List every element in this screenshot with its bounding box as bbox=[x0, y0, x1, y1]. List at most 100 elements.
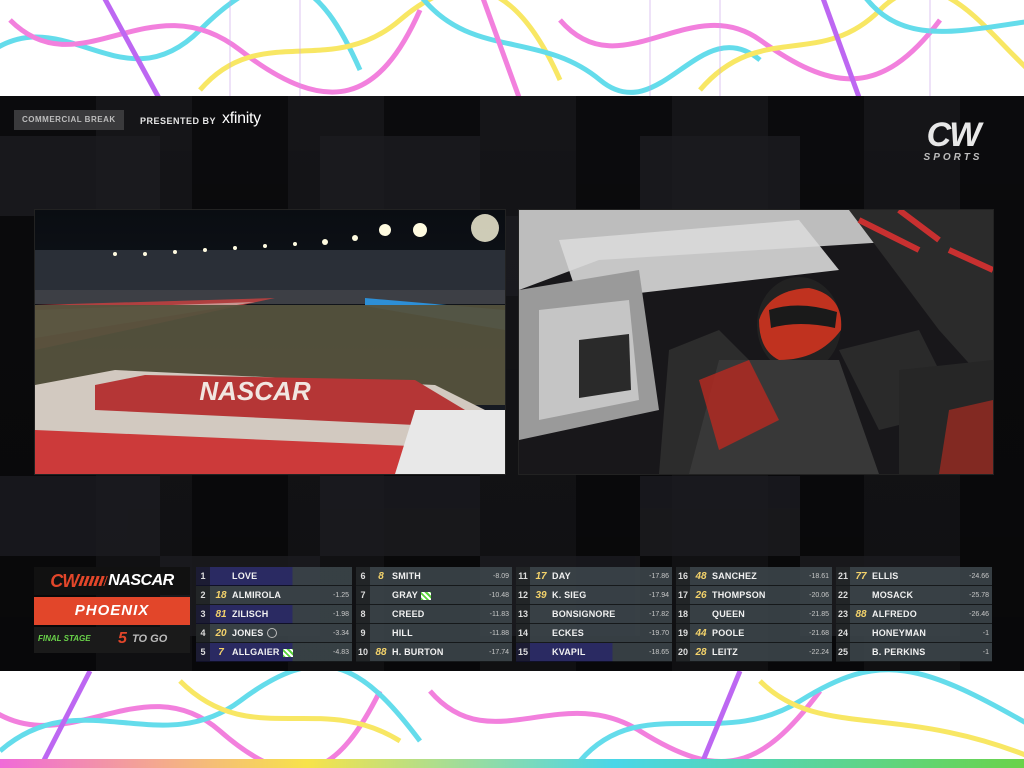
network-name: CW bbox=[926, 116, 982, 154]
leaderboard-row: 8 CREED -11.83 bbox=[356, 605, 512, 624]
gap-to-leader: -3.34 bbox=[333, 629, 349, 637]
gap-to-leader: -1.25 bbox=[333, 591, 349, 599]
svg-text:NASCAR: NASCAR bbox=[199, 376, 310, 406]
leaderboard-row: 23 88 ALFREDO -26.46 bbox=[836, 605, 992, 624]
car-number: 26 bbox=[695, 589, 707, 601]
in-car-camera-feed bbox=[518, 209, 994, 475]
gap-to-leader: -17.82 bbox=[649, 610, 669, 618]
driver-name-text: HONEYMAN bbox=[872, 628, 927, 638]
driver-name: ALMIROLA bbox=[232, 590, 333, 600]
leaderboard-row: 9 HILL -11.88 bbox=[356, 624, 512, 643]
driver-name: BONSIGNORE bbox=[552, 609, 649, 619]
driver-position: 7 bbox=[356, 586, 370, 604]
leaderboard-row: 22 MOSACK -25.78 bbox=[836, 586, 992, 605]
driver-position: 5 bbox=[196, 643, 210, 661]
driver-name-text: MOSACK bbox=[872, 590, 914, 600]
driver-position: 25 bbox=[836, 643, 850, 661]
leaderboard-row: 2 18 ALMIROLA -1.25 bbox=[196, 586, 352, 605]
car-number: 39 bbox=[535, 589, 547, 601]
driver-name: MOSACK bbox=[872, 590, 969, 600]
leaderboard-row: 21 77 ELLIS -24.66 bbox=[836, 567, 992, 586]
driver-name-text: KVAPIL bbox=[552, 647, 586, 657]
driver-position: 24 bbox=[836, 624, 850, 642]
presented-by-label: PRESENTED BY bbox=[140, 116, 217, 126]
commercial-break-badge: COMMERCIAL BREAK bbox=[14, 110, 124, 130]
leaderboard-column: 21 77 ELLIS -24.66 22 MOSACK -25.78 23 88 ALFREDO… bbox=[836, 567, 992, 662]
leaderboard-column: 1 LOVE 2 18 ALMIROLA -1.25 3 81 ZILISCH -1.98 4 20 J… bbox=[196, 567, 352, 662]
series-brand-box: CW NASCAR PHOENIX FINAL STAGE 5 TO GO bbox=[34, 567, 190, 657]
driver-name-text: ECKES bbox=[552, 628, 585, 638]
driver-position: 12 bbox=[516, 586, 530, 604]
leaderboard-row: 16 48 SANCHEZ -18.61 bbox=[676, 567, 832, 586]
driver-position: 20 bbox=[676, 643, 690, 661]
driver-name-text: SMITH bbox=[392, 571, 421, 581]
driver-name-text: DAY bbox=[552, 571, 571, 581]
car-number: 17 bbox=[535, 570, 547, 582]
stripes-icon bbox=[78, 576, 109, 586]
driver-name: ALFREDO bbox=[872, 609, 969, 619]
driver-name: DAY bbox=[552, 571, 649, 581]
driver-position: 6 bbox=[356, 567, 370, 585]
checkered-flag-icon bbox=[282, 648, 293, 657]
gap-to-leader: -19.70 bbox=[649, 629, 669, 637]
driver-name-text: JONES bbox=[232, 627, 264, 638]
gap-to-leader: -11.83 bbox=[489, 610, 509, 618]
car-number: 18 bbox=[215, 589, 227, 601]
driver-name: QUEEN bbox=[712, 609, 809, 619]
car-number: 44 bbox=[695, 627, 707, 639]
driver-name: SMITH bbox=[392, 571, 493, 581]
driver-position: 4 bbox=[196, 624, 210, 642]
driver-name-text: GRAY bbox=[392, 590, 418, 600]
driver-position: 23 bbox=[836, 605, 850, 623]
driver-position: 13 bbox=[516, 605, 530, 623]
driver-position: 16 bbox=[676, 567, 690, 585]
gap-to-leader: -22.24 bbox=[809, 648, 829, 656]
driver-position: 19 bbox=[676, 624, 690, 642]
gap-to-leader: -20.06 bbox=[809, 591, 829, 599]
gap-to-leader: -4.83 bbox=[333, 648, 349, 656]
leaderboard-column: 6 8 SMITH -8.09 7 GRAY -10.48 8 CREED -11.83 9 HILL… bbox=[356, 567, 512, 662]
driver-position: 21 bbox=[836, 567, 850, 585]
pit-icon bbox=[266, 628, 277, 639]
leaderboard-row: 6 8 SMITH -8.09 bbox=[356, 567, 512, 586]
car-number: 81 bbox=[215, 608, 227, 620]
driver-name-text: HILL bbox=[392, 628, 413, 638]
gap-to-leader: -17.86 bbox=[649, 572, 669, 580]
driver-name: POOLE bbox=[712, 628, 809, 638]
driver-name: ECKES bbox=[552, 628, 649, 638]
driver-name-text: ZILISCH bbox=[232, 609, 269, 619]
leaderboard-row: 14 ECKES -19.70 bbox=[516, 624, 672, 643]
leaderboard-row: 12 39 K. SIEG -17.94 bbox=[516, 586, 672, 605]
driver-name-text: ALMIROLA bbox=[232, 590, 282, 600]
driver-position: 3 bbox=[196, 605, 210, 623]
leaderboard-row: 19 44 POOLE -21.68 bbox=[676, 624, 832, 643]
leaderboard-row: 15 KVAPIL -18.65 bbox=[516, 643, 672, 662]
driver-name: ELLIS bbox=[872, 571, 969, 581]
checkered-flag-icon bbox=[420, 591, 431, 600]
driver-position: 9 bbox=[356, 624, 370, 642]
driver-name: JONES bbox=[232, 628, 333, 639]
leaderboard-row: 25 B. PERKINS -1 bbox=[836, 643, 992, 662]
track-camera-feed: NASCAR bbox=[34, 209, 506, 475]
driver-name-text: BONSIGNORE bbox=[552, 609, 616, 619]
driver-position: 10 bbox=[356, 643, 370, 661]
car-number: 28 bbox=[695, 646, 707, 658]
driver-name-text: ALLGAIER bbox=[232, 647, 280, 657]
track-name: PHOENIX bbox=[34, 597, 190, 625]
stage-status: FINAL STAGE 5 TO GO bbox=[34, 627, 190, 653]
leaderboard-column: 11 17 DAY -17.86 12 39 K. SIEG -17.94 13 BONSIGNO… bbox=[516, 567, 672, 662]
driver-name: ALLGAIER bbox=[232, 647, 333, 657]
car-number: 48 bbox=[695, 570, 707, 582]
gap-to-leader: -8.09 bbox=[493, 572, 509, 580]
driver-name-text: SANCHEZ bbox=[712, 571, 757, 581]
gap-to-leader: -17.94 bbox=[649, 591, 669, 599]
driver-name: KVAPIL bbox=[552, 647, 649, 657]
driver-name-text: THOMPSON bbox=[712, 590, 766, 600]
driver-position: 8 bbox=[356, 605, 370, 623]
leaderboard-row: 13 BONSIGNORE -17.82 bbox=[516, 605, 672, 624]
driver-name-text: ELLIS bbox=[872, 571, 899, 581]
leaderboard-row: 11 17 DAY -17.86 bbox=[516, 567, 672, 586]
gap-to-leader: -18.61 bbox=[809, 572, 829, 580]
driver-name: ZILISCH bbox=[232, 609, 333, 619]
leaderboard-row: 3 81 ZILISCH -1.98 bbox=[196, 605, 352, 624]
